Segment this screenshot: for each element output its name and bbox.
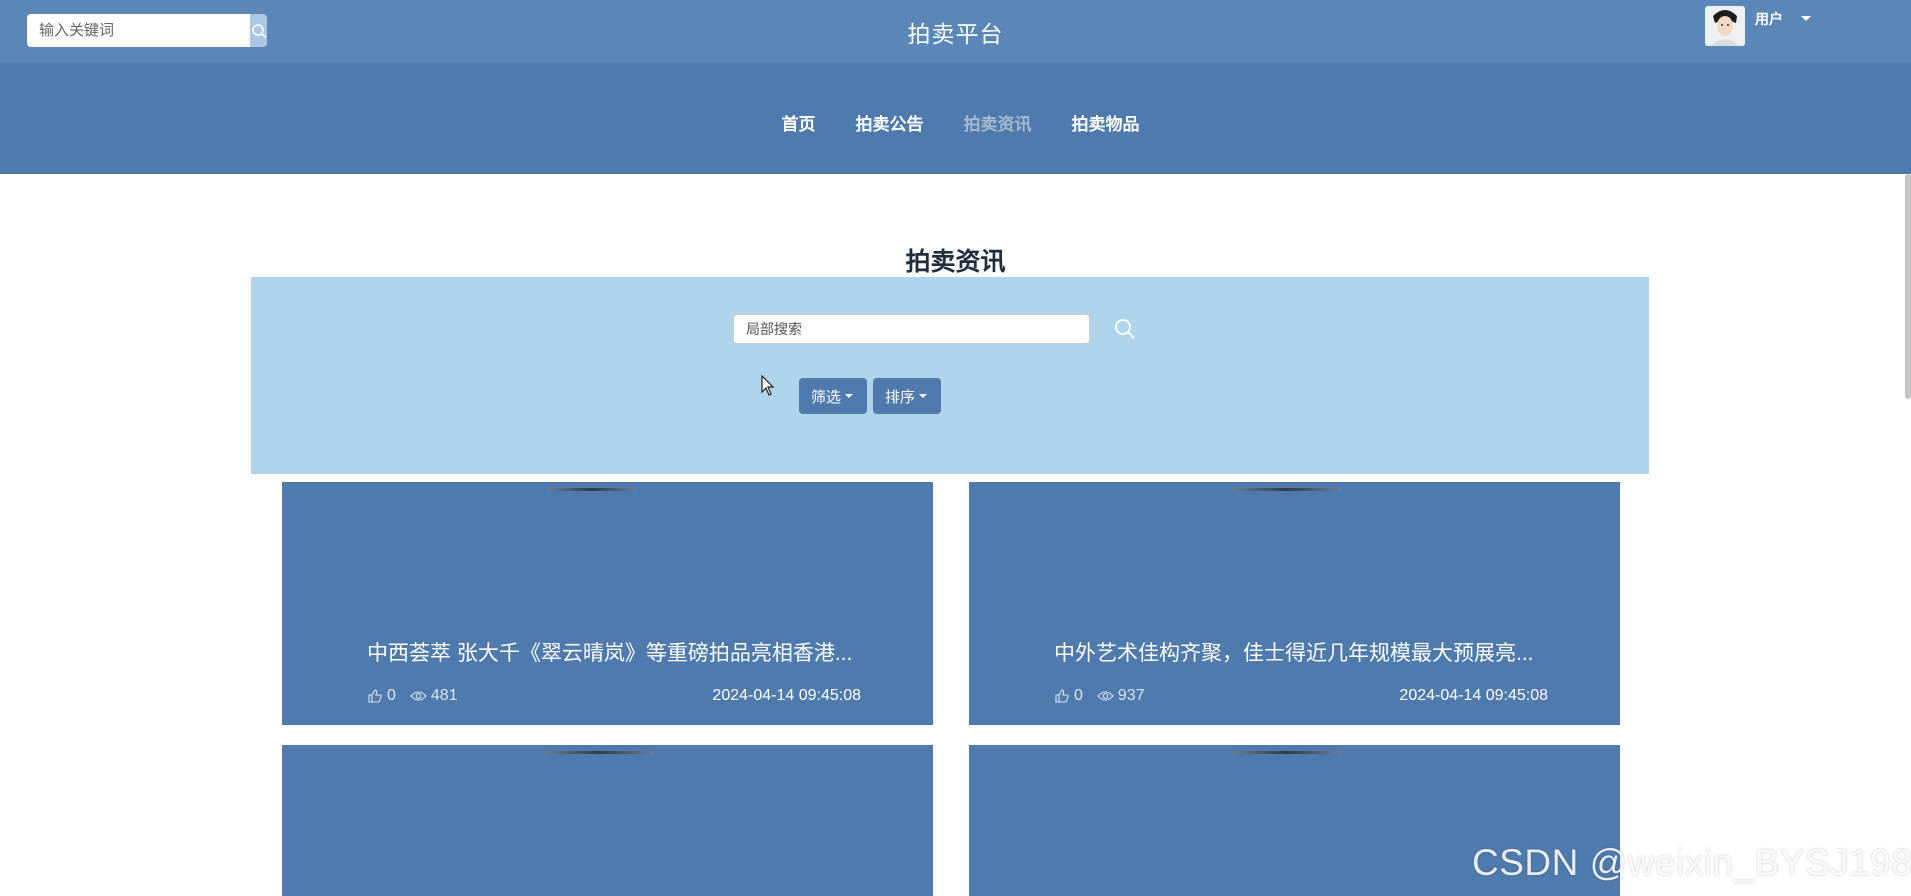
news-card[interactable]: 中外艺术佳构齐聚，佳士得近几年规模最大预展亮... 0 937 2024-04-… (969, 482, 1620, 725)
card-image (1231, 488, 1341, 491)
page-title: 拍卖资讯 (905, 248, 1006, 276)
sort-dropdown-button[interactable]: 排序 (873, 378, 941, 414)
nav-item-items[interactable]: 拍卖物品 (1072, 110, 1140, 135)
card-meta: 0 481 2024-04-14 09:45:08 (367, 686, 861, 706)
view-count: 937 (1117, 687, 1145, 704)
top-bar: 拍卖平台 用户 (0, 0, 1911, 63)
card-title[interactable]: 中外艺术佳构齐聚，佳士得近几年规模最大预展亮... (1054, 637, 1564, 667)
eye-icon (410, 691, 427, 701)
eye-icon (1097, 691, 1114, 701)
thumbs-up-icon[interactable] (1054, 688, 1070, 704)
user-label: 用户 (1755, 11, 1783, 27)
search-icon[interactable] (1114, 318, 1136, 340)
filter-dropdown-button[interactable]: 筛选 (799, 378, 867, 414)
filter-panel: 筛选 排序 (251, 277, 1649, 474)
watermark: CSDN @weixin_BYSJ1987 (1472, 842, 1911, 883)
caret-down-icon (919, 394, 928, 398)
user-avatar-icon (1705, 6, 1745, 46)
thumbs-up-icon[interactable] (367, 688, 383, 704)
card-meta: 0 937 2024-04-14 09:45:08 (1054, 686, 1548, 706)
view-count: 481 (430, 687, 458, 704)
nav-item-news[interactable]: 拍卖资讯 (964, 110, 1032, 135)
news-card[interactable] (282, 745, 933, 896)
mouse-cursor-icon (761, 375, 775, 396)
chevron-down-icon (1801, 16, 1811, 21)
like-count: 0 (1074, 687, 1083, 704)
scrollbar-thumb[interactable] (1905, 174, 1911, 399)
avatar (1705, 6, 1745, 46)
card-image (1231, 751, 1341, 754)
nav-item-home[interactable]: 首页 (782, 110, 816, 135)
local-search-input[interactable] (733, 314, 1090, 344)
site-title: 拍卖平台 (907, 21, 1004, 47)
card-image (544, 751, 654, 754)
sort-button-label: 排序 (885, 388, 916, 406)
filter-button-label: 筛选 (811, 388, 842, 406)
user-menu[interactable]: 用户 (1705, 6, 1811, 46)
card-image (547, 488, 637, 491)
card-title[interactable]: 中西荟萃 张大千《翠云晴岚》等重磅拍品亮相香港... (367, 637, 877, 667)
main-nav: 首页 拍卖公告 拍卖资讯 拍卖物品 (0, 63, 1911, 174)
card-date: 2024-04-14 09:45:08 (1399, 687, 1548, 704)
caret-down-icon (845, 394, 854, 398)
card-date: 2024-04-14 09:45:08 (712, 687, 861, 704)
like-count: 0 (387, 687, 396, 704)
news-card[interactable]: 中西荟萃 张大千《翠云晴岚》等重磅拍品亮相香港... 0 481 2024-04… (282, 482, 933, 725)
nav-item-announcements[interactable]: 拍卖公告 (856, 110, 924, 135)
page-scrollbar[interactable] (1905, 174, 1911, 896)
